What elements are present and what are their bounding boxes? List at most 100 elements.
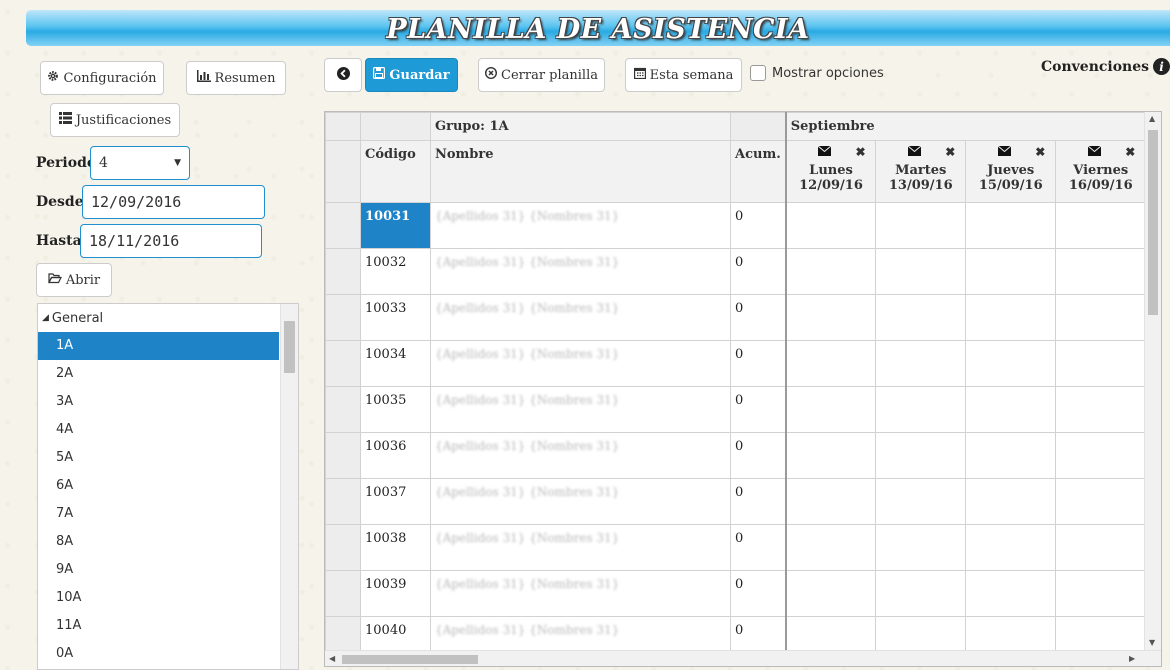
attendance-cell[interactable] [784, 340, 877, 387]
scroll-right-arrow-icon[interactable]: ▶ [1129, 654, 1135, 663]
envelope-icon[interactable] [997, 145, 1012, 160]
envelope-icon[interactable] [907, 145, 922, 160]
attendance-cell[interactable] [875, 294, 967, 341]
name-cell[interactable]: {Apellidos 31} {Nombres 31} [430, 524, 731, 571]
code-cell[interactable]: 10035 [360, 386, 431, 433]
name-cell[interactable]: {Apellidos 31} {Nombres 31} [430, 570, 731, 617]
attendance-cell[interactable] [965, 386, 1057, 433]
attendance-cell[interactable] [875, 478, 967, 525]
attendance-cell[interactable] [965, 570, 1057, 617]
attendance-cell[interactable] [875, 570, 967, 617]
group-item-11a[interactable]: 11A [38, 612, 279, 640]
code-cell[interactable]: 10038 [360, 524, 431, 571]
justifications-button[interactable]: Justificaciones [50, 103, 180, 137]
name-cell[interactable]: {Apellidos 31} {Nombres 31} [430, 294, 731, 341]
back-button[interactable] [324, 58, 362, 92]
attendance-cell[interactable] [1055, 248, 1147, 295]
this-week-button[interactable]: Esta semana [625, 58, 742, 92]
group-item-4a[interactable]: 4A [38, 416, 279, 444]
attendance-cell[interactable] [875, 386, 967, 433]
config-button[interactable]: Configuración [40, 61, 164, 95]
conventions-link[interactable]: Convenciones i [1041, 58, 1170, 75]
code-cell[interactable]: 10031 [360, 202, 431, 249]
attendance-cell[interactable] [784, 386, 877, 433]
attendance-cell[interactable] [784, 478, 877, 525]
group-item-5a[interactable]: 5A [38, 444, 279, 472]
attendance-cell[interactable] [875, 340, 967, 387]
times-icon[interactable]: ✖ [855, 145, 865, 160]
save-button[interactable]: Guardar [365, 58, 458, 92]
acum-cell[interactable]: 0 [729, 202, 787, 249]
name-cell[interactable]: {Apellidos 31} {Nombres 31} [430, 340, 731, 387]
attendance-cell[interactable] [965, 478, 1057, 525]
name-cell[interactable]: {Apellidos 31} {Nombres 31} [430, 248, 731, 295]
name-cell[interactable]: {Apellidos 31} {Nombres 31} [430, 478, 731, 525]
attendance-cell[interactable] [1055, 570, 1147, 617]
acum-cell[interactable]: 0 [729, 248, 787, 295]
close-sheet-button[interactable]: Cerrar planilla [478, 58, 605, 92]
grid-horizontal-scrollbar[interactable]: ◀ ▶ [325, 650, 1161, 666]
tree-scrollbar[interactable] [280, 304, 298, 669]
tree-scrollbar-thumb[interactable] [284, 321, 295, 373]
attendance-cell[interactable] [784, 570, 877, 617]
group-item-9a[interactable]: 9A [38, 556, 279, 584]
attendance-cell[interactable] [1055, 202, 1147, 249]
checkbox-box[interactable] [750, 65, 766, 81]
attendance-cell[interactable] [965, 340, 1057, 387]
summary-button[interactable]: Resumen [186, 61, 286, 95]
group-item-8a[interactable]: 8A [38, 528, 279, 556]
code-cell[interactable]: 10034 [360, 340, 431, 387]
attendance-cell[interactable] [784, 248, 877, 295]
code-cell[interactable]: 10032 [360, 248, 431, 295]
periodo-select[interactable]: 4 ▼ [90, 146, 190, 180]
group-item-6a[interactable]: 6A [38, 472, 279, 500]
tree-root[interactable]: ◢ General [38, 304, 298, 332]
grid-vertical-thumb[interactable] [1148, 130, 1158, 315]
desde-date-field[interactable]: 12/09/2016 [82, 185, 265, 219]
attendance-cell[interactable] [875, 248, 967, 295]
attendance-cell[interactable] [784, 524, 877, 571]
times-icon[interactable]: ✖ [1035, 145, 1045, 160]
attendance-cell[interactable] [784, 202, 877, 249]
attendance-cell[interactable] [1055, 524, 1147, 571]
code-cell[interactable]: 10036 [360, 432, 431, 479]
attendance-cell[interactable] [965, 294, 1057, 341]
show-options-checkbox[interactable]: Mostrar opciones [750, 65, 884, 81]
attendance-cell[interactable] [1055, 432, 1147, 479]
name-cell[interactable]: {Apellidos 31} {Nombres 31} [430, 386, 731, 433]
attendance-cell[interactable] [965, 248, 1057, 295]
attendance-cell[interactable] [1055, 386, 1147, 433]
acum-cell[interactable]: 0 [729, 432, 787, 479]
acum-cell[interactable]: 0 [729, 386, 787, 433]
attendance-cell[interactable] [784, 432, 877, 479]
attendance-cell[interactable] [1055, 478, 1147, 525]
attendance-cell[interactable] [875, 202, 967, 249]
acum-cell[interactable]: 0 [729, 340, 787, 387]
attendance-cell[interactable] [965, 524, 1057, 571]
times-icon[interactable]: ✖ [945, 145, 955, 160]
attendance-cell[interactable] [965, 202, 1057, 249]
grid-horizontal-thumb[interactable] [342, 655, 478, 664]
info-circle-icon[interactable]: i [1153, 58, 1170, 75]
scroll-up-arrow-icon[interactable]: ▲ [1149, 114, 1155, 123]
code-cell[interactable]: 10037 [360, 478, 431, 525]
attendance-cell[interactable] [875, 432, 967, 479]
hasta-date-field[interactable]: 18/11/2016 [80, 224, 262, 258]
code-cell[interactable]: 10039 [360, 570, 431, 617]
group-item-10a[interactable]: 10A [38, 584, 279, 612]
acum-cell[interactable]: 0 [729, 524, 787, 571]
envelope-icon[interactable] [818, 145, 832, 160]
group-item-1a[interactable]: 1A [38, 332, 279, 360]
envelope-icon[interactable] [1087, 145, 1102, 160]
attendance-cell[interactable] [1055, 294, 1147, 341]
attendance-cell[interactable] [875, 524, 967, 571]
group-item-3a[interactable]: 3A [38, 388, 279, 416]
group-item-7a[interactable]: 7A [38, 500, 279, 528]
group-item-0a[interactable]: 0A [38, 640, 279, 668]
acum-cell[interactable]: 0 [729, 478, 787, 525]
group-item-2a[interactable]: 2A [38, 360, 279, 388]
acum-cell[interactable]: 0 [729, 570, 787, 617]
scroll-down-arrow-icon[interactable]: ▼ [1149, 638, 1155, 647]
name-cell[interactable]: {Apellidos 31} {Nombres 31} [430, 432, 731, 479]
code-cell[interactable]: 10033 [360, 294, 431, 341]
